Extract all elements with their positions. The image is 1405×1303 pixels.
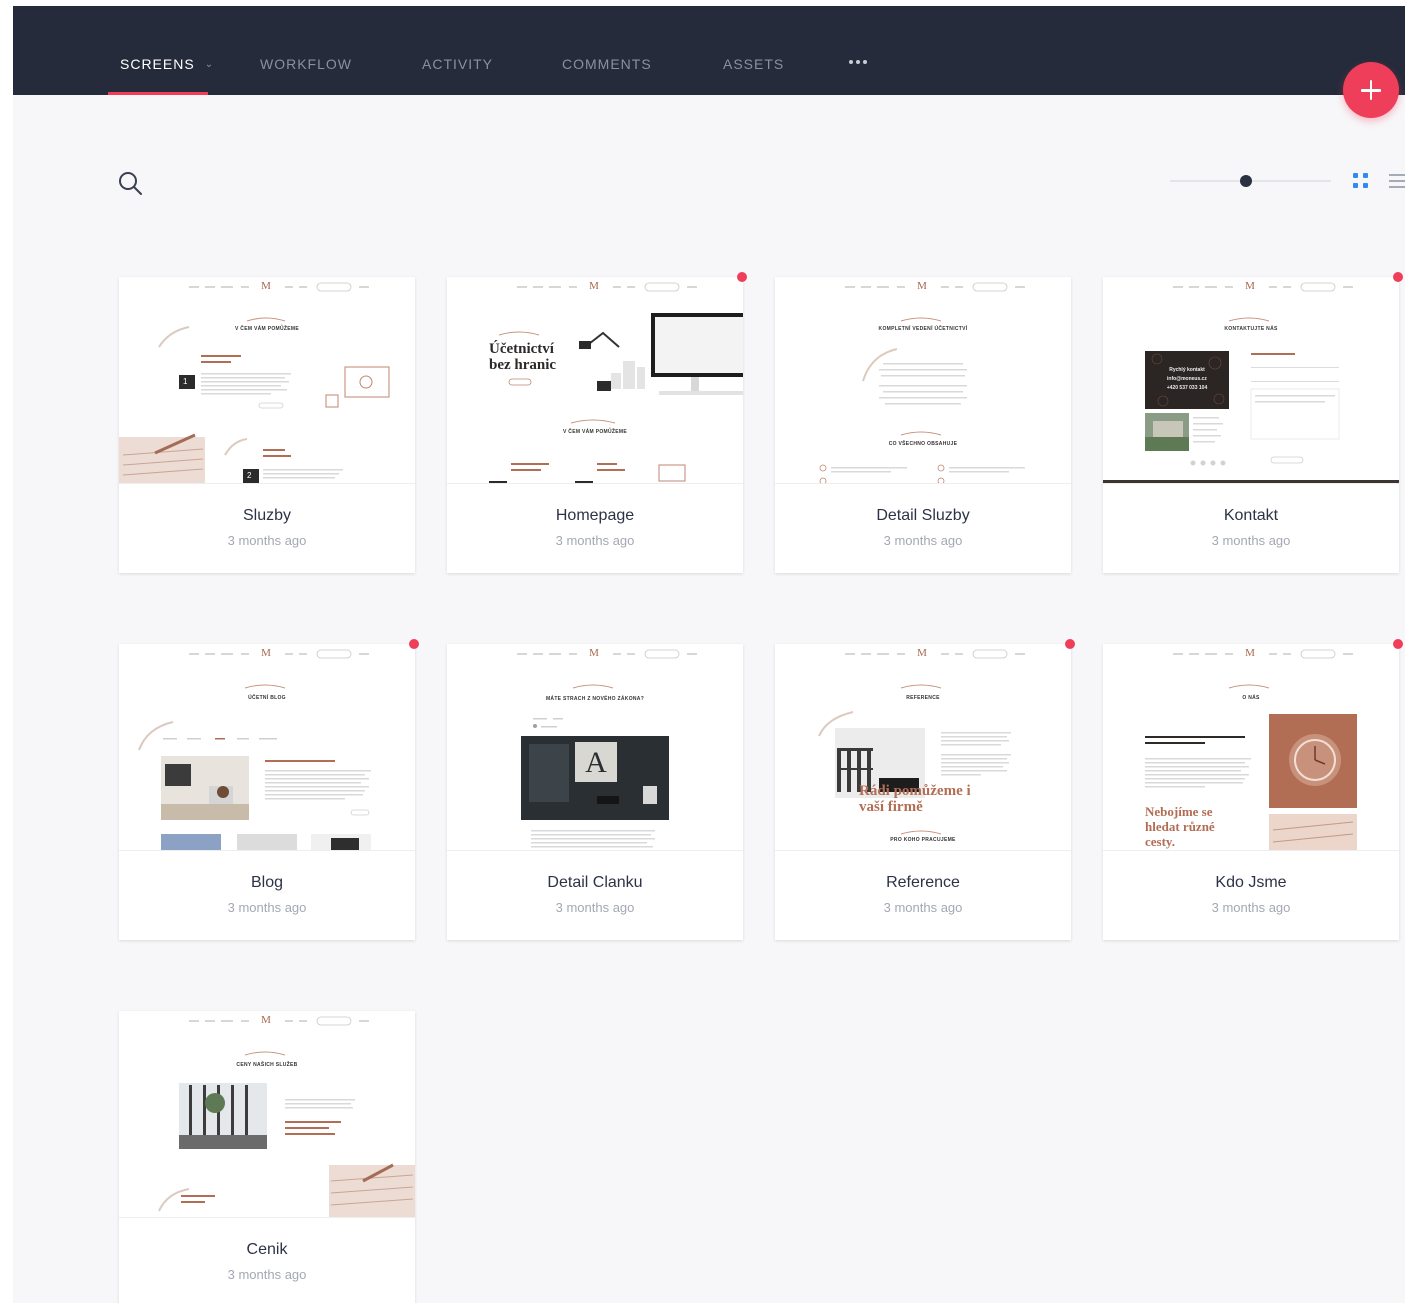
thumbnail-step-number: 1 xyxy=(183,377,188,386)
thumbnail-section-title: KOMPLETNÍ VEDENÍ ÚČETNICTVÍ xyxy=(878,326,968,332)
thumbnail-headline: Nebojíme se hledat různé cesty. xyxy=(1145,804,1215,849)
screen-updated-time: 3 months ago xyxy=(1211,533,1291,548)
thumbnail-headline: Účetnictví bez hranic xyxy=(489,341,557,373)
screen-updated-time: 3 months ago xyxy=(555,900,635,915)
screen-card[interactable]: M O NÁS Nebojíme se hledat různé cesty. … xyxy=(1103,639,1403,940)
screen-name[interactable]: Homepage xyxy=(447,507,743,525)
chevron-down-icon[interactable]: ⌄ xyxy=(205,7,214,123)
svg-text:M: M xyxy=(261,647,271,659)
grid-view-icon[interactable] xyxy=(1353,173,1371,191)
screen-updated-time: 3 months ago xyxy=(1211,900,1291,915)
screen-updated-time: 3 months ago xyxy=(227,900,307,915)
screen-thumbnail: M KOMPLETNÍ VEDENÍ ÚČETNICTVÍ CO VŠECHNO… xyxy=(775,277,1071,484)
screen-card[interactable]: M KOMPLETNÍ VEDENÍ ÚČETNICTVÍ CO VŠECHNO… xyxy=(775,277,1071,573)
tab-workflow-label: WORKFLOW xyxy=(260,56,352,72)
screen-card[interactable]: M CENY NAŠICH SLUŽEB Cenik 3 months ago xyxy=(119,1011,415,1303)
unread-comment-indicator xyxy=(409,639,419,649)
search-icon[interactable] xyxy=(117,170,143,196)
screen-card[interactable]: M V ČEM VÁM POMŮŽEME 1 2 Sluzby 3 months… xyxy=(119,277,415,573)
screen-thumbnail: M A MÁTE STRACH Z NOVÉHO ZÁKONA? xyxy=(447,644,743,851)
thumbnail-section-title: REFERENCE xyxy=(906,695,940,701)
thumbnail-section-title: ÚČETNÍ BLOG xyxy=(248,695,286,701)
thumbnail-headline: Rádi pomůžeme i vaší firmě xyxy=(859,783,971,815)
screen-name[interactable]: Detail Clanku xyxy=(447,874,743,892)
tab-activity[interactable]: ACTIVITY xyxy=(422,6,493,95)
screen-updated-time: 3 months ago xyxy=(555,533,635,548)
thumbnail-section-title: V ČEM VÁM POMŮŽEME xyxy=(234,326,299,332)
svg-text:M: M xyxy=(1245,280,1255,292)
tab-activity-label: ACTIVITY xyxy=(422,56,494,72)
screen-name[interactable]: Reference xyxy=(775,874,1071,892)
screen-thumbnail: M REFERENCE Rádi pomůžeme i vaší firmě P… xyxy=(775,644,1071,851)
svg-text:M: M xyxy=(261,1014,271,1026)
screen-card[interactable]: M REFERENCE Rádi pomůžeme i vaší firmě P… xyxy=(775,639,1075,940)
tab-comments[interactable]: COMMENTS xyxy=(562,6,652,95)
svg-text:A: A xyxy=(585,746,607,779)
tab-screens-label: SCREENS xyxy=(120,56,195,72)
more-horizontal-icon[interactable] xyxy=(847,58,877,68)
app-window: SCREENS ⌄ WORKFLOW ACTIVITY COMMENTS ASSE… xyxy=(13,6,1405,1303)
thumbnail-step-number: 2 xyxy=(247,471,252,480)
svg-text:M: M xyxy=(917,280,927,292)
svg-text:M: M xyxy=(589,280,599,292)
tab-assets[interactable]: ASSETS xyxy=(723,6,784,95)
unread-comment-indicator xyxy=(1393,639,1403,649)
screen-thumbnail: M Účetnictví bez hranic V ČEM VÁM POMŮŽE… xyxy=(447,277,743,484)
screen-name[interactable]: Sluzby xyxy=(119,507,415,525)
tab-screens[interactable]: SCREENS ⌄ xyxy=(120,6,214,95)
screen-name[interactable]: Cenik xyxy=(119,1241,415,1259)
thumbnail-section-title: O NÁS xyxy=(1242,695,1260,701)
screen-thumbnail: M KONTAKTUJTE NÁS Rychlý kontakt info@mo… xyxy=(1103,277,1399,484)
list-view-icon[interactable] xyxy=(1389,173,1405,189)
zoom-slider[interactable] xyxy=(1170,172,1331,190)
screen-updated-time: 3 months ago xyxy=(883,900,963,915)
thumbnail-subtitle: PRO KOHO PRACUJEME xyxy=(890,837,956,843)
screen-card[interactable]: M KONTAKTUJTE NÁS Rychlý kontakt info@mo… xyxy=(1103,272,1403,573)
svg-text:M: M xyxy=(1245,647,1255,659)
add-screen-button[interactable] xyxy=(1343,62,1399,118)
screen-name[interactable]: Blog xyxy=(119,874,415,892)
thumbnail-subtitle: CO VŠECHNO OBSAHUJE xyxy=(888,441,958,447)
tab-comments-label: COMMENTS xyxy=(562,56,652,72)
screen-thumbnail: M CENY NAŠICH SLUŽEB xyxy=(119,1011,415,1218)
screen-thumbnail: M V ČEM VÁM POMŮŽEME 1 2 xyxy=(119,277,415,484)
screen-card[interactable]: M ÚČETNÍ BLOG Blog 3 months ago xyxy=(119,639,419,940)
svg-text:M: M xyxy=(261,280,271,292)
screen-updated-time: 3 months ago xyxy=(227,533,307,548)
active-tab-indicator xyxy=(108,92,208,95)
svg-text:M: M xyxy=(589,647,599,659)
screen-name[interactable]: Detail Sluzby xyxy=(775,507,1071,525)
thumbnail-contact-heading: Rychlý kontakt xyxy=(1169,367,1205,373)
unread-comment-indicator xyxy=(1393,272,1403,282)
screen-card[interactable]: M Účetnictví bez hranic V ČEM VÁM POMŮŽE… xyxy=(447,272,747,573)
thumbnail-section-title: MÁTE STRACH Z NOVÉHO ZÁKONA? xyxy=(545,696,645,702)
thumbnail-contact-box: Rychlý kontakt info@moneus.cz +420 537 0… xyxy=(1145,366,1229,393)
unread-comment-indicator xyxy=(1065,639,1075,649)
screen-name[interactable]: Kontakt xyxy=(1103,507,1399,525)
screen-card[interactable]: M A MÁTE STRACH Z NOVÉHO ZÁKONA? Detail … xyxy=(447,644,743,940)
unread-comment-indicator xyxy=(737,272,747,282)
svg-text:M: M xyxy=(917,647,927,659)
screen-updated-time: 3 months ago xyxy=(227,1267,307,1282)
screen-thumbnail: M O NÁS Nebojíme se hledat různé cesty. xyxy=(1103,644,1399,851)
screen-updated-time: 3 months ago xyxy=(883,533,963,548)
thumbnail-contact-phone: +420 537 033 104 xyxy=(1166,385,1208,391)
thumbnail-section-title: KONTAKTUJTE NÁS xyxy=(1224,326,1278,332)
tab-assets-label: ASSETS xyxy=(723,56,785,72)
screen-thumbnail: M ÚČETNÍ BLOG xyxy=(119,644,415,851)
screen-name[interactable]: Kdo Jsme xyxy=(1103,874,1399,892)
thumbnail-section-title: CENY NAŠICH SLUŽEB xyxy=(236,1062,298,1068)
top-navigation-bar: SCREENS ⌄ WORKFLOW ACTIVITY COMMENTS ASSE… xyxy=(13,6,1405,95)
zoom-slider-thumb[interactable] xyxy=(1240,175,1252,187)
thumbnail-section-title: V ČEM VÁM POMŮŽEME xyxy=(562,429,627,435)
thumbnail-contact-email: info@moneus.cz xyxy=(1167,376,1207,382)
tab-workflow[interactable]: WORKFLOW xyxy=(260,6,352,95)
